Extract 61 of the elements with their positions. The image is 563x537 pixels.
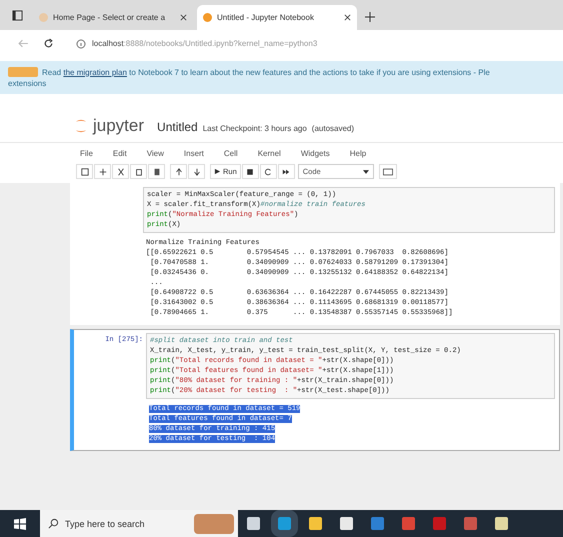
code-input[interactable]	[146, 333, 555, 399]
code-cell[interactable]	[70, 329, 560, 451]
jupyter-logo-text: jupyter	[93, 116, 144, 136]
menu-item[interactable]: Edit	[112, 149, 127, 158]
migration-link[interactable]: the migration plan	[63, 68, 127, 76]
caret-icon	[362, 170, 369, 174]
notice-badge	[8, 67, 38, 77]
menu-item[interactable]: Widgets	[300, 149, 330, 158]
info-icon	[76, 38, 86, 48]
menu-item[interactable]: Kernel	[258, 149, 281, 158]
tab-title: Untitled - Jupyter Notebook	[217, 13, 315, 22]
play-icon	[214, 168, 221, 175]
fast-forward-icon	[282, 168, 290, 176]
close-icon[interactable]	[180, 14, 187, 21]
command-palette-button[interactable]	[378, 164, 397, 179]
windows-start-icon[interactable]	[14, 518, 26, 530]
menu-item[interactable]: View	[146, 149, 164, 158]
menu-item[interactable]: Help	[350, 149, 366, 158]
paste-icon	[152, 168, 160, 176]
up-arrow-icon	[174, 168, 182, 176]
copy-button[interactable]	[130, 164, 147, 179]
restart-icon	[264, 168, 272, 176]
address-field[interactable]: localhost:8888/notebooks/Untitled.ipynb?kernel_name=python3	[68, 34, 563, 54]
copy-icon	[134, 168, 142, 176]
move-up-button[interactable]	[170, 164, 187, 179]
save-icon	[80, 168, 88, 176]
taskbar-search-field[interactable]: Type here to search	[40, 510, 238, 537]
jupyter-logo-icon	[74, 117, 88, 135]
reload-icon[interactable]	[43, 38, 54, 49]
favicon-icon	[203, 13, 212, 22]
move-down-button[interactable]	[188, 164, 205, 179]
keyboard-icon	[382, 168, 393, 176]
down-arrow-icon	[192, 168, 200, 176]
tab-actions-icon[interactable]	[12, 10, 23, 21]
menu-item[interactable]: File	[80, 149, 93, 158]
search-icon	[48, 518, 59, 529]
cut-button[interactable]	[112, 164, 129, 179]
browser-tab[interactable]: Untitled - Jupyter Notebook	[197, 5, 357, 30]
close-icon[interactable]	[344, 14, 351, 21]
paste-button[interactable]	[148, 164, 165, 179]
browser-tab[interactable]: Home Page - Select or create a	[33, 5, 193, 30]
scissors-icon	[116, 168, 124, 176]
checkpoint-text: Last Checkpoint: 3 hours ago	[202, 124, 307, 133]
restart-button[interactable]	[260, 164, 277, 179]
autosave-status: (autosaved)	[312, 124, 354, 133]
url-text: localhost:8888/notebooks/Untitled.ipynb?kernel_name=python3	[92, 39, 318, 48]
code-cell[interactable]	[70, 183, 560, 325]
banner-text: extensions	[8, 79, 46, 88]
favicon-icon	[39, 13, 48, 22]
insert-cell-button[interactable]	[94, 164, 111, 179]
plus-icon	[98, 168, 106, 176]
notebook-name[interactable]: Untitled	[157, 120, 198, 134]
menu-item[interactable]: Insert	[184, 149, 204, 158]
save-button[interactable]	[76, 164, 93, 179]
banner-text: Read the migration plan to Notebook 7 to learn about the new features and the actions to take if you are using extensions - Ple	[42, 68, 490, 76]
menu-item[interactable]: Cell	[224, 149, 238, 158]
stop-button[interactable]	[242, 164, 259, 179]
tab-title: Home Page - Select or create a	[53, 13, 166, 22]
new-tab-icon[interactable]	[365, 12, 375, 22]
stop-icon	[246, 168, 254, 176]
restart-run-all-button[interactable]	[278, 164, 295, 179]
